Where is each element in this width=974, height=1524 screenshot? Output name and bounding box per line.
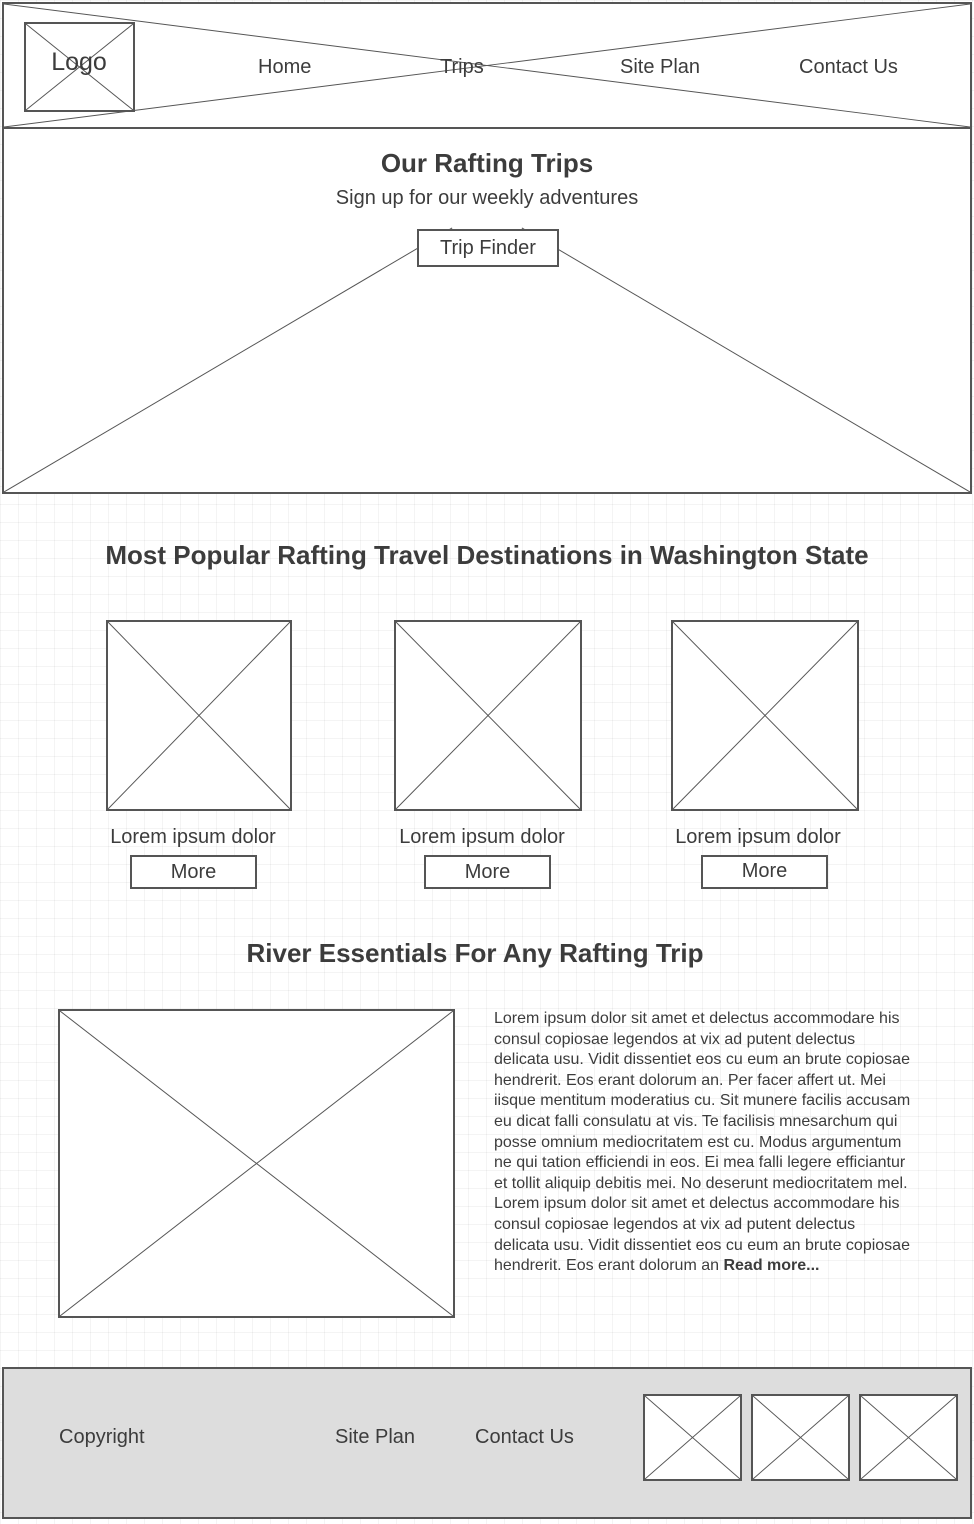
destination-label-2: Lorem ipsum dolor (399, 826, 565, 848)
essentials-image[interactable] (58, 1009, 455, 1318)
footer-social-icon-2[interactable] (751, 1394, 850, 1481)
footer-social-icon-1[interactable] (643, 1394, 742, 1481)
hero-title: Our Rafting Trips (380, 148, 594, 178)
hero-placeholder-cross (4, 227, 970, 492)
footer-copyright: Copyright (59, 1426, 145, 1448)
destination-image-1[interactable] (106, 620, 292, 811)
more-button-2[interactable]: More (424, 855, 551, 889)
trip-finder-button[interactable]: Trip Finder (417, 229, 559, 267)
destination-label-1: Lorem ipsum dolor (110, 826, 276, 848)
nav-trips[interactable]: Trips (440, 56, 484, 79)
destination-label-3: Lorem ipsum dolor (675, 826, 841, 848)
footer-site-plan-link[interactable]: Site Plan (335, 1426, 415, 1449)
nav-site-plan[interactable]: Site Plan (620, 56, 700, 79)
logo-text: Logo (51, 48, 107, 76)
hero-subtitle: Sign up for our weekly adventures (335, 187, 639, 209)
destination-image-3[interactable] (671, 620, 859, 811)
more-button-3[interactable]: More (701, 855, 828, 889)
hero-banner (2, 127, 972, 494)
popular-section-title: Most Popular Rafting Travel Destinations… (105, 540, 869, 570)
footer-contact-link[interactable]: Contact Us (475, 1426, 574, 1449)
footer-social-icon-3[interactable] (859, 1394, 958, 1481)
essentials-body: Lorem ipsum dolor sit amet et delectus a… (494, 1009, 914, 1277)
essentials-section-title: River Essentials For Any Rafting Trip (246, 938, 704, 968)
read-more-link[interactable]: Read more... (723, 1257, 819, 1274)
essentials-body-text: Lorem ipsum dolor sit amet et delectus a… (494, 1010, 911, 1275)
destination-image-2[interactable] (394, 620, 582, 811)
nav-home[interactable]: Home (258, 56, 311, 79)
nav-contact-us[interactable]: Contact Us (799, 56, 898, 79)
more-button-1[interactable]: More (130, 855, 257, 889)
